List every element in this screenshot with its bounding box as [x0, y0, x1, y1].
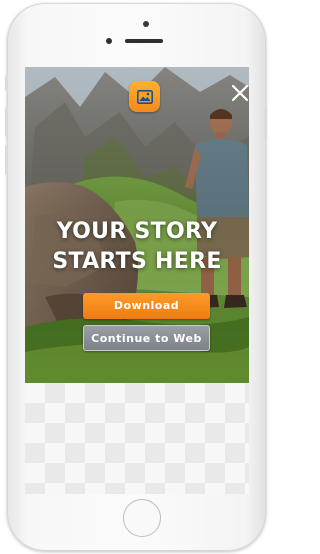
sensor-dot [143, 21, 149, 27]
earpiece-speaker [125, 39, 163, 43]
transparent-area [25, 383, 249, 494]
app-logo [129, 81, 160, 112]
headline-line-2: STARTS HERE [52, 249, 222, 274]
download-button[interactable]: Download [83, 293, 210, 319]
ad-headline: YOUR STORY STARTS HERE [25, 217, 249, 277]
headline-line-1: YOUR STORY [56, 219, 218, 244]
front-camera [106, 38, 112, 44]
close-icon[interactable] [230, 83, 249, 103]
home-button[interactable] [123, 499, 161, 537]
ad-background-photo: YOUR STORY STARTS HERE Download Continue… [25, 67, 249, 383]
volume-up-button [5, 107, 8, 137]
volume-down-button [5, 145, 8, 175]
continue-to-web-button[interactable]: Continue to Web [83, 325, 210, 351]
image-icon [136, 89, 153, 104]
power-button [264, 107, 267, 139]
mute-switch [5, 75, 8, 91]
phone-screen: YOUR STORY STARTS HERE Download Continue… [25, 67, 249, 494]
